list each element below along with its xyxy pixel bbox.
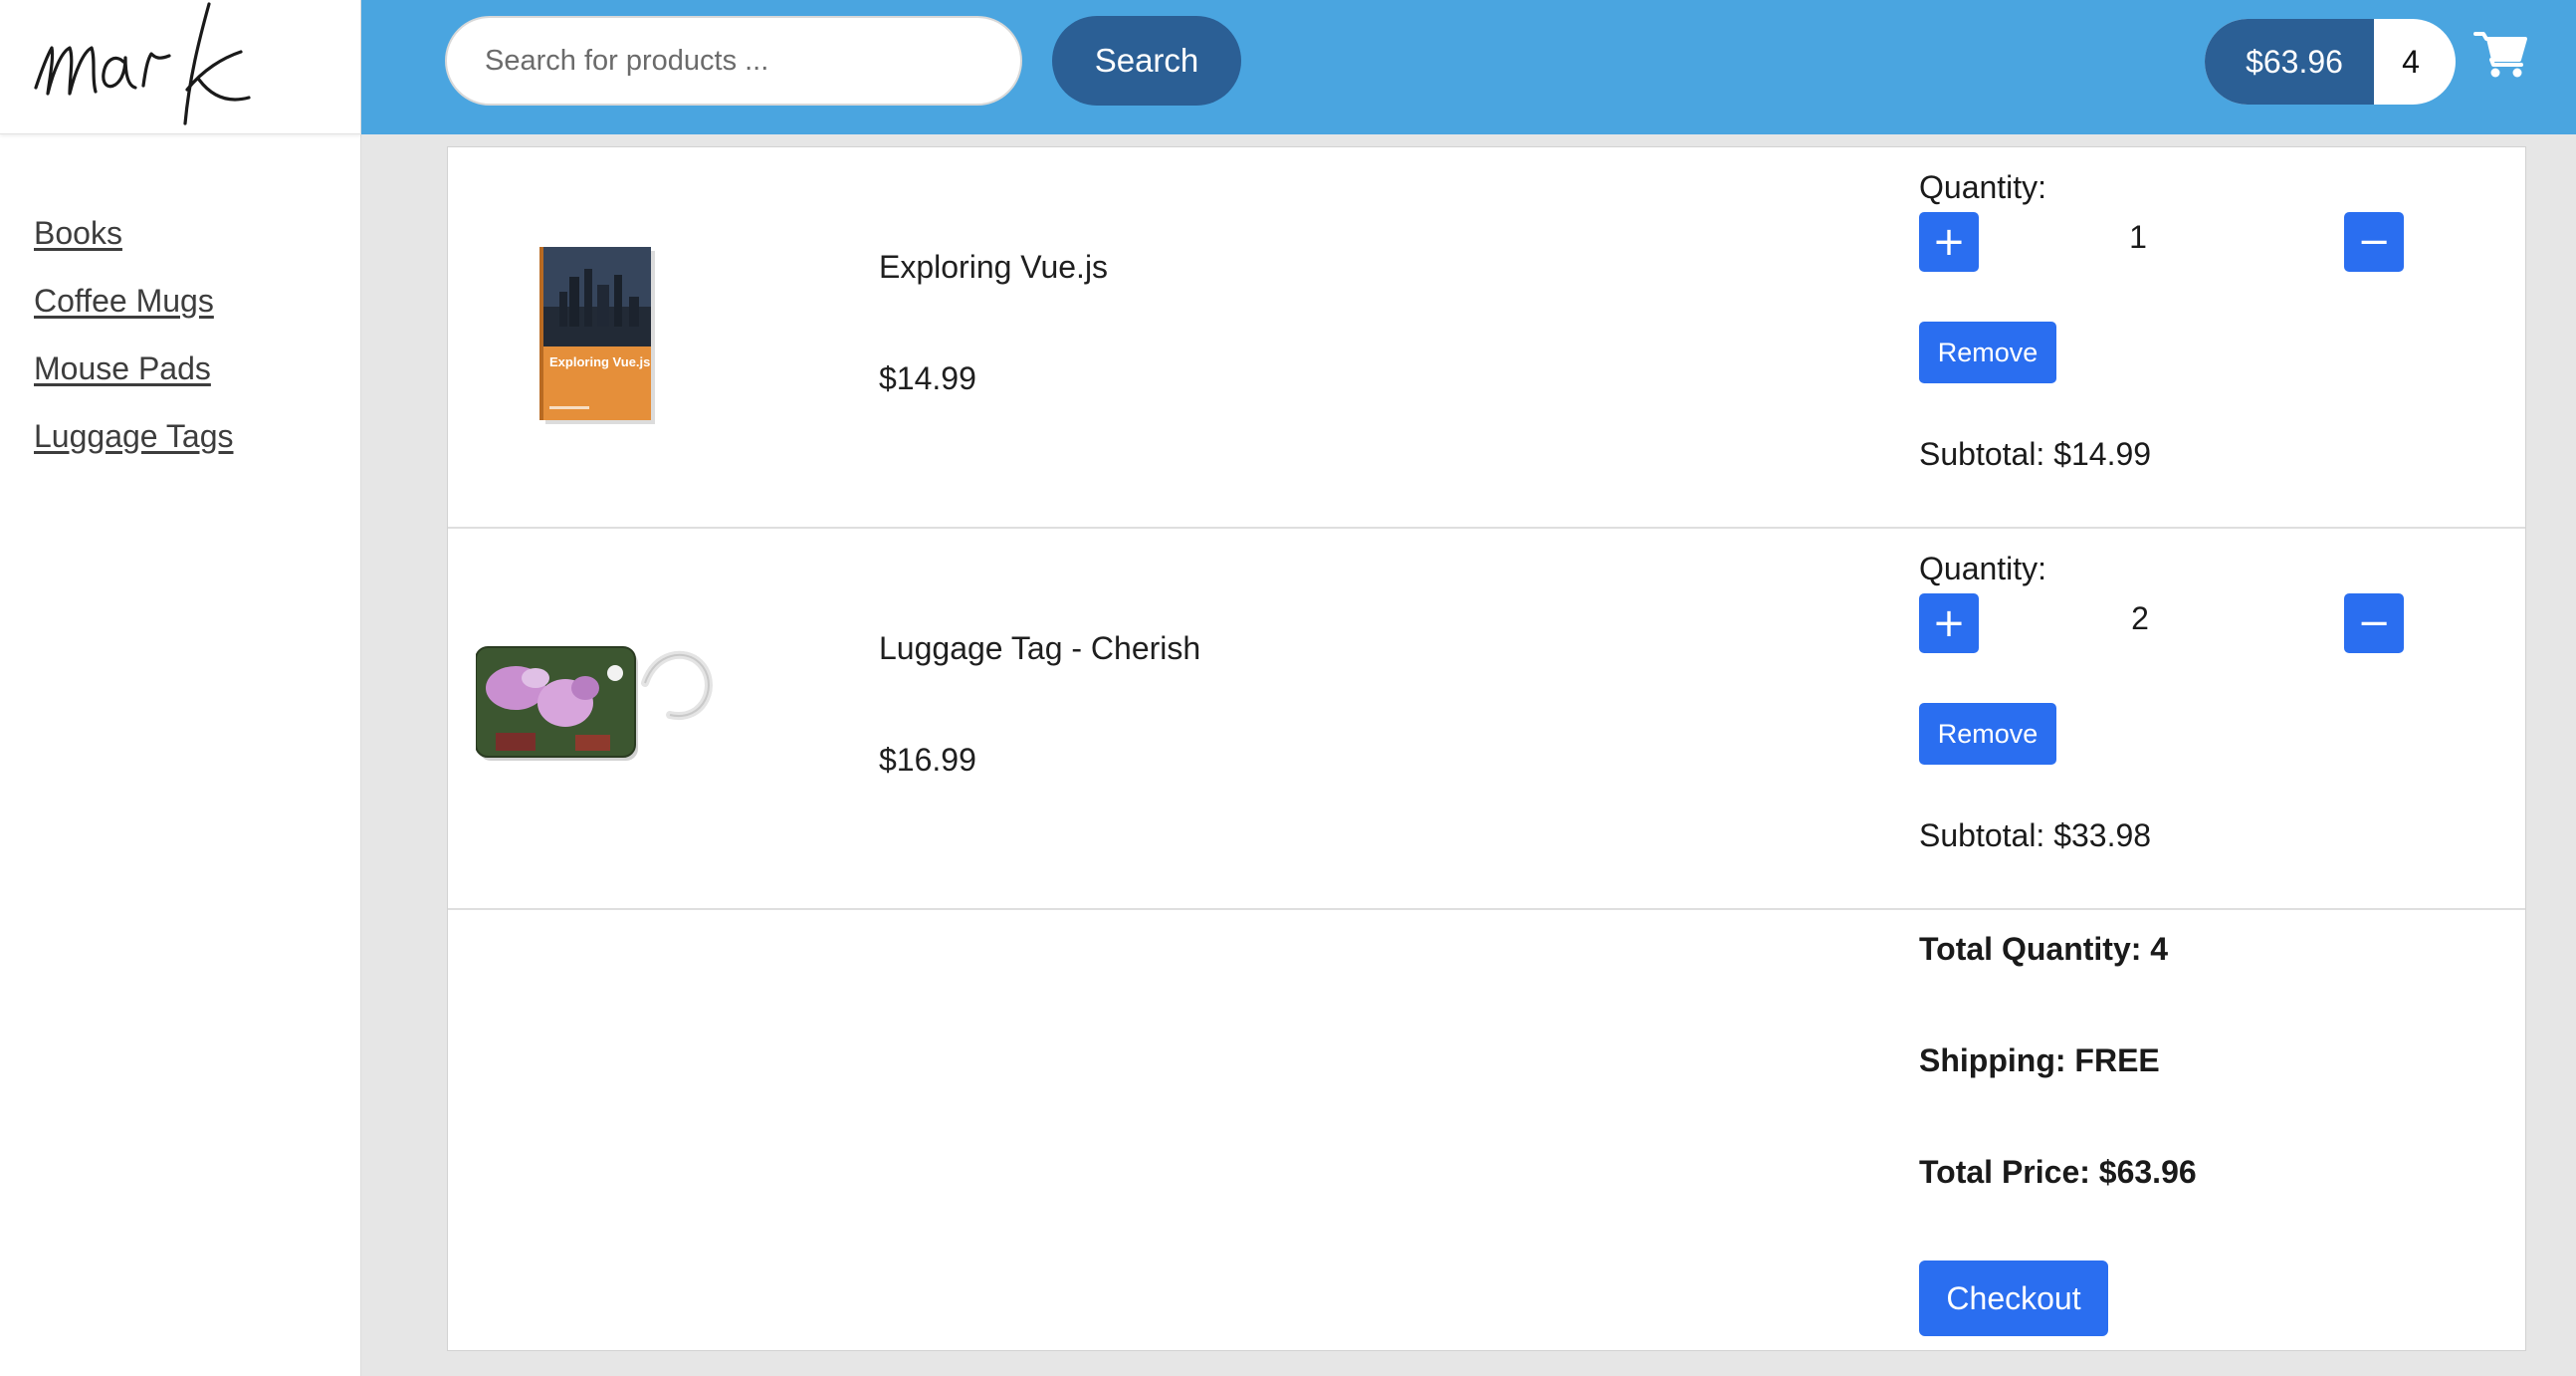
shopping-cart-icon[interactable] bbox=[2473, 30, 2529, 80]
plus-icon: + bbox=[1932, 600, 1966, 646]
minus-icon: − bbox=[2357, 600, 2391, 646]
checkout-button[interactable]: Checkout bbox=[1919, 1261, 2108, 1336]
quantity-value: 2 bbox=[2131, 600, 2149, 636]
sidebar-item-coffee-mugs[interactable]: Coffee Mugs bbox=[34, 282, 233, 320]
book-cover-thumbnail: Exploring Vue.js bbox=[539, 247, 657, 426]
cart-summary-pill[interactable]: $63.96 4 bbox=[2205, 19, 2456, 105]
increase-quantity-button[interactable]: + bbox=[1919, 593, 1979, 653]
sidebar-item-mouse-pads[interactable]: Mouse Pads bbox=[34, 349, 233, 387]
luggage-tag-thumbnail bbox=[475, 643, 725, 773]
svg-text:Exploring Vue.js: Exploring Vue.js bbox=[549, 354, 650, 369]
cart-panel: Exploring Vue.js Exploring Vue.js $14.99… bbox=[447, 146, 2526, 1351]
quantity-value: 1 bbox=[2129, 219, 2147, 255]
item-subtotal: Subtotal: $33.98 bbox=[1919, 817, 2152, 853]
total-quantity: Total Quantity: 4 bbox=[1919, 931, 2169, 967]
product-price: $16.99 bbox=[879, 742, 976, 778]
cart-total-price: $63.96 bbox=[2205, 19, 2374, 105]
search-input[interactable] bbox=[445, 16, 1022, 106]
sidebar: Books Coffee Mugs Mouse Pads Luggage Tag… bbox=[0, 0, 361, 1376]
product-name[interactable]: Luggage Tag - Cherish bbox=[879, 630, 1200, 667]
cart-item-count: 4 bbox=[2402, 43, 2420, 80]
total-price: Total Price: $63.96 bbox=[1919, 1154, 2197, 1190]
search-button[interactable]: Search bbox=[1052, 16, 1241, 106]
item-subtotal: Subtotal: $14.99 bbox=[1919, 436, 2152, 472]
decrease-quantity-button[interactable]: − bbox=[2344, 593, 2404, 653]
sidebar-item-books[interactable]: Books bbox=[34, 214, 233, 252]
brand-logo[interactable] bbox=[0, 0, 361, 134]
cart-item-row: Exploring Vue.js Exploring Vue.js $14.99… bbox=[448, 147, 2525, 529]
increase-quantity-button[interactable]: + bbox=[1919, 212, 1979, 272]
quantity-label: Quantity: bbox=[1919, 551, 2047, 586]
top-header: Search $63.96 4 bbox=[361, 0, 2576, 134]
category-nav: Books Coffee Mugs Mouse Pads Luggage Tag… bbox=[34, 214, 233, 485]
shipping-info: Shipping: FREE bbox=[1919, 1042, 2160, 1078]
quantity-label: Quantity: bbox=[1919, 169, 2047, 205]
product-price: $14.99 bbox=[879, 360, 976, 396]
minus-icon: − bbox=[2357, 219, 2391, 265]
product-name[interactable]: Exploring Vue.js bbox=[879, 249, 1108, 286]
mark-logo-icon bbox=[34, 2, 251, 125]
decrease-quantity-button[interactable]: − bbox=[2344, 212, 2404, 272]
plus-icon: + bbox=[1932, 219, 1966, 265]
cart-item-row: Luggage Tag - Cherish $16.99 Quantity: +… bbox=[448, 529, 2525, 910]
sidebar-item-luggage-tags[interactable]: Luggage Tags bbox=[34, 417, 233, 455]
remove-item-button[interactable]: Remove bbox=[1919, 703, 2056, 765]
remove-item-button[interactable]: Remove bbox=[1919, 322, 2056, 383]
